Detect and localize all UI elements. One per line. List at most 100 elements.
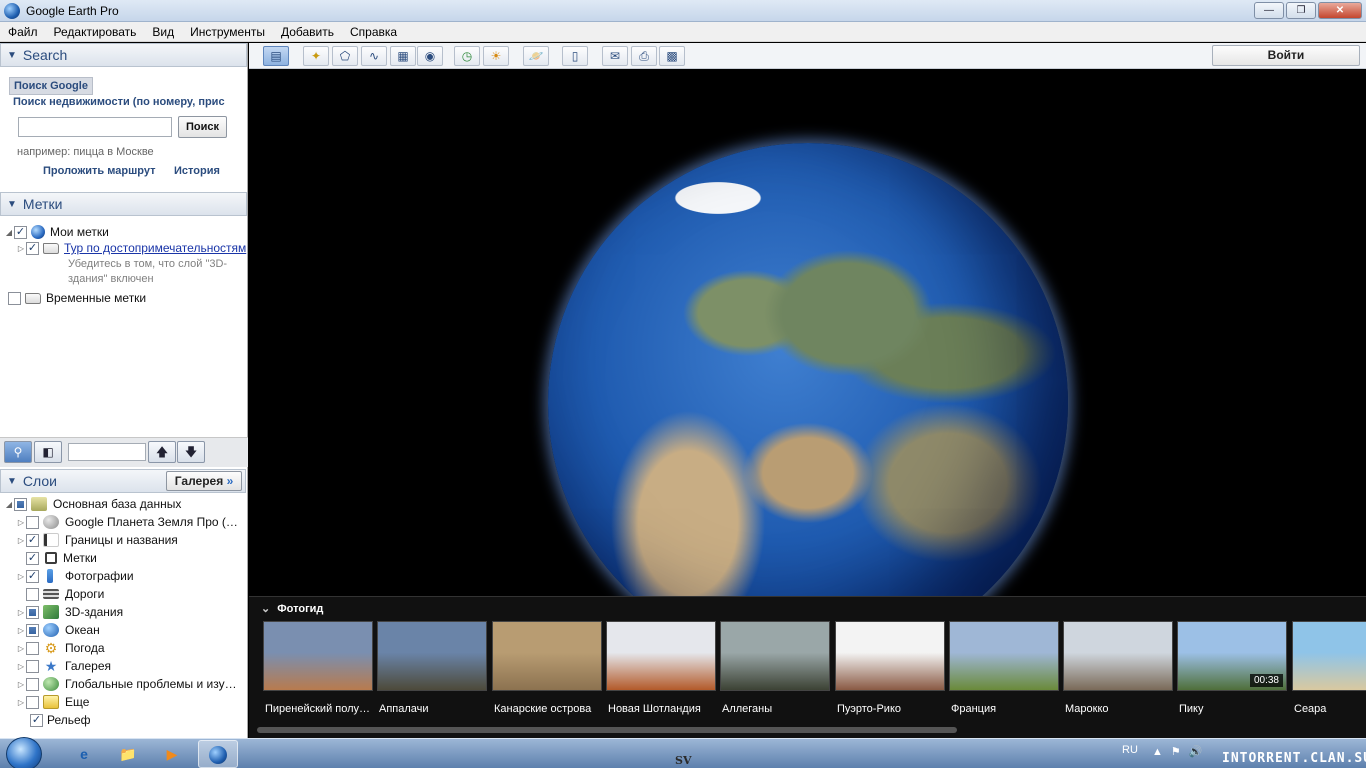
photo-thumbnail-label[interactable]: Пику: [1179, 703, 1289, 715]
photo-thumbnail-label[interactable]: Аппалачи: [379, 703, 489, 715]
move-up-button[interactable]: 🡅: [148, 441, 176, 463]
print-button[interactable]: ⎙: [631, 46, 657, 66]
historical-imagery-button[interactable]: ◷: [454, 46, 480, 66]
checkbox[interactable]: [26, 677, 39, 691]
photo-thumbnail[interactable]: [835, 621, 945, 691]
photo-thumbnail-label[interactable]: Франция: [951, 703, 1061, 715]
photo-thumbnail-label[interactable]: Аллеганы: [722, 703, 832, 715]
layer-row-roads[interactable]: Дороги: [26, 586, 104, 602]
tree-row-temporary[interactable]: Временные метки: [8, 290, 146, 306]
checkbox[interactable]: ✓: [14, 225, 27, 239]
layer-row-global-awareness[interactable]: ▷ Глобальные проблемы и изу…: [16, 676, 237, 692]
layer-row-borders[interactable]: ▷ ✓ Границы и названия: [16, 532, 178, 548]
photo-thumbnail-label[interactable]: Канарские острова: [494, 703, 604, 715]
checkbox[interactable]: [26, 695, 39, 709]
photo-thumbnail[interactable]: [492, 621, 602, 691]
sidebar-toggle-button[interactable]: ▤: [263, 46, 289, 66]
explorer-folder-icon[interactable]: 📁: [108, 740, 148, 768]
add-image-overlay-button[interactable]: ▦: [390, 46, 416, 66]
menu-view[interactable]: Вид: [152, 25, 174, 39]
search-places-button[interactable]: ⚲: [4, 441, 32, 463]
checkbox[interactable]: ✓: [26, 569, 39, 583]
checkbox[interactable]: [26, 515, 39, 529]
checkbox[interactable]: [26, 623, 39, 637]
places-panel-header[interactable]: ▼ Метки: [0, 192, 247, 216]
google-earth-taskbar-button[interactable]: [198, 740, 238, 768]
layer-row-primary-db[interactable]: ◢ Основная база данных: [4, 496, 181, 512]
expand-icon[interactable]: ▷: [16, 626, 26, 635]
tab-google-search[interactable]: Поиск Google: [9, 77, 93, 95]
photo-thumbnail[interactable]: [263, 621, 373, 691]
email-button[interactable]: ✉: [602, 46, 628, 66]
checkbox[interactable]: [26, 659, 39, 673]
photo-thumbnail[interactable]: [606, 621, 716, 691]
search-button[interactable]: Поиск: [178, 116, 227, 138]
history-link[interactable]: История: [174, 165, 220, 177]
ruler-button[interactable]: ▯: [562, 46, 588, 66]
gallery-button[interactable]: Галерея »: [166, 471, 242, 491]
media-player-icon[interactable]: ▶: [152, 740, 192, 768]
menu-add[interactable]: Добавить: [281, 25, 334, 39]
realty-search-link[interactable]: Поиск недвижимости (по номеру, прис: [13, 96, 243, 108]
photo-thumbnail-label[interactable]: Пуэрто-Рико: [837, 703, 947, 715]
photo-thumbnail[interactable]: [949, 621, 1059, 691]
layer-row-photos[interactable]: ▷ ✓ Фотографии: [16, 568, 134, 584]
layer-row-3d-buildings[interactable]: ▷ 3D-здания: [16, 604, 123, 620]
menu-help[interactable]: Справка: [350, 25, 397, 39]
close-button[interactable]: ✕: [1318, 2, 1362, 19]
photo-thumbnail-label[interactable]: Сеара: [1294, 703, 1366, 715]
planets-button[interactable]: 🪐: [523, 46, 549, 66]
expand-icon[interactable]: ▷: [16, 536, 26, 545]
start-button[interactable]: [6, 737, 42, 768]
tour-link[interactable]: Тур по достопримечательностям: [64, 241, 246, 255]
places-filter-input[interactable]: [68, 443, 146, 461]
earth-3d-view[interactable]: [249, 69, 1366, 596]
photo-thumbnail[interactable]: 00:38: [1177, 621, 1287, 691]
sign-in-button[interactable]: Войти: [1212, 45, 1360, 66]
checkbox[interactable]: ✓: [26, 533, 39, 547]
search-input[interactable]: [18, 117, 172, 137]
search-panel-header[interactable]: ▼ Search: [0, 43, 247, 67]
expand-icon[interactable]: ▷: [16, 608, 26, 617]
layer-row-places[interactable]: ✓ Метки: [26, 550, 97, 566]
expand-icon[interactable]: ▷: [16, 698, 26, 707]
expand-icon[interactable]: ▷: [16, 644, 26, 653]
expand-icon[interactable]: ▷: [16, 680, 26, 689]
checkbox[interactable]: [14, 497, 27, 511]
tray-icons[interactable]: ▲⚑🔊: [1152, 745, 1210, 758]
sunlight-button[interactable]: ☀: [483, 46, 509, 66]
checkbox[interactable]: ✓: [30, 713, 43, 727]
layer-row-earth-pro[interactable]: ▷ Google Планета Земля Про (…: [16, 514, 238, 530]
directions-link[interactable]: Проложить маршрут: [43, 165, 155, 177]
add-path-button[interactable]: ∿: [361, 46, 387, 66]
photo-thumbnail[interactable]: [377, 621, 487, 691]
tree-row-tour[interactable]: ▷ ✓ Тур по достопримечательностям: [16, 240, 246, 256]
tree-row-my-places[interactable]: ◢ ✓ Мои метки: [4, 224, 109, 240]
expand-icon[interactable]: ◢: [4, 228, 14, 237]
expand-icon[interactable]: ▷: [16, 518, 26, 527]
checkbox[interactable]: [8, 291, 21, 305]
checkbox[interactable]: [26, 641, 39, 655]
language-indicator[interactable]: RU: [1122, 744, 1138, 756]
checkbox[interactable]: ✓: [26, 551, 39, 565]
expand-icon[interactable]: ▷: [16, 244, 26, 253]
toggle-panel-button[interactable]: ◧: [34, 441, 62, 463]
earth-globe[interactable]: [548, 143, 1068, 596]
add-polygon-button[interactable]: ⬠: [332, 46, 358, 66]
layer-row-more[interactable]: ▷ Еще: [16, 694, 89, 710]
expand-icon[interactable]: ◢: [4, 500, 14, 509]
minimize-button[interactable]: —: [1254, 2, 1284, 19]
menu-edit[interactable]: Редактировать: [54, 25, 137, 39]
menu-file[interactable]: Файл: [8, 25, 38, 39]
photo-thumbnail-label[interactable]: Пиренейский полу…: [265, 703, 375, 715]
record-tour-button[interactable]: ◉: [417, 46, 443, 66]
internet-explorer-icon[interactable]: e: [64, 740, 104, 768]
checkbox[interactable]: ✓: [26, 241, 39, 255]
checkbox[interactable]: [26, 605, 39, 619]
checkbox[interactable]: [26, 587, 39, 601]
layer-row-weather[interactable]: ▷ ⚙ Погода: [16, 640, 105, 656]
photo-thumbnail[interactable]: [1292, 621, 1366, 691]
photo-thumbnail[interactable]: [720, 621, 830, 691]
expand-icon[interactable]: ▷: [16, 662, 26, 671]
photo-guide-header[interactable]: ⌄ Фотогид: [261, 602, 323, 615]
